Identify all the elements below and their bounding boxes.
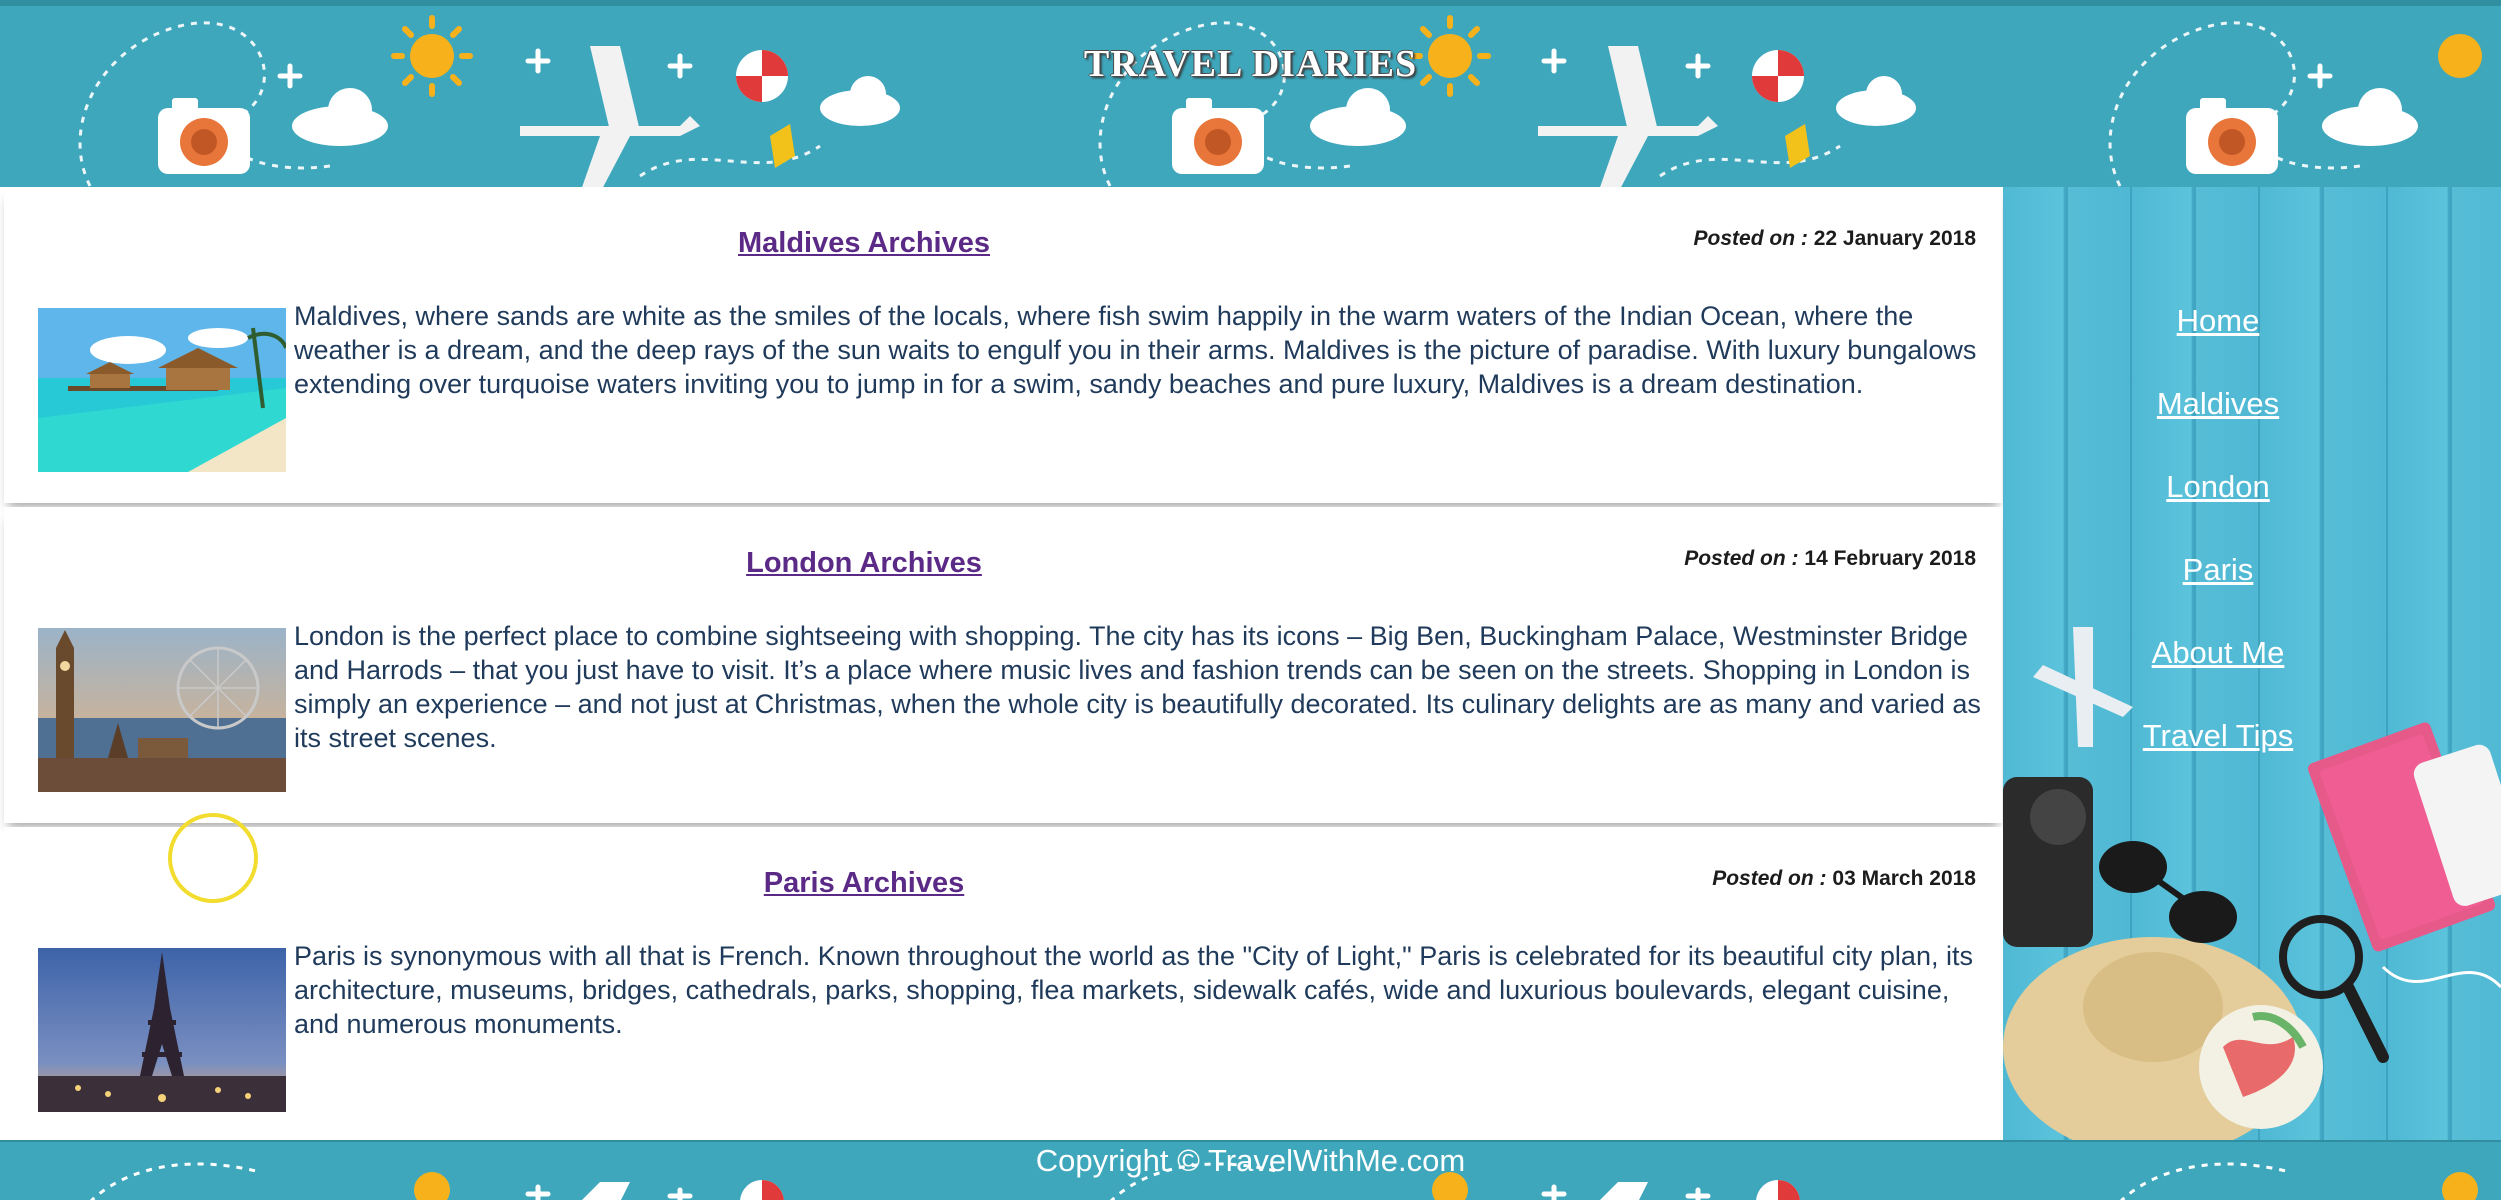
post-date-label: Posted on : bbox=[1693, 227, 1808, 250]
post-date: Posted on : 14 February 2018 bbox=[1684, 547, 1976, 571]
post-body-text: London is the perfect place to combine s… bbox=[294, 621, 1981, 753]
paris-thumbnail bbox=[38, 948, 286, 1112]
post-date-value: 22 January 2018 bbox=[1813, 227, 1976, 250]
nav-link-paris[interactable]: Paris bbox=[2003, 552, 2433, 588]
post-date-value: 03 March 2018 bbox=[1832, 867, 1976, 890]
nav-link-london[interactable]: London bbox=[2003, 469, 2433, 505]
post-date: Posted on : 22 January 2018 bbox=[1694, 227, 1976, 251]
post-title-link-maldives[interactable]: Maldives Archives bbox=[4, 227, 1724, 260]
maldives-thumbnail bbox=[38, 308, 286, 472]
footer-copyright: Copyright © TravelWithMe.com bbox=[1035, 1143, 1466, 1178]
post-card-maldives: Maldives Archives Posted on : 22 January… bbox=[4, 187, 2002, 503]
travel-pattern-background bbox=[78, 15, 2482, 187]
post-date: Posted on : 03 March 2018 bbox=[1712, 867, 1976, 891]
sidebar-nav: Home Maldives London Paris About Me Trav… bbox=[2003, 187, 2501, 1140]
header-banner: TRAVEL DIARIES bbox=[0, 0, 2501, 187]
footer-banner: Copyright © TravelWithMe.com bbox=[0, 1140, 2501, 1200]
nav-link-about-me[interactable]: About Me bbox=[2003, 635, 2433, 671]
posts-area: Maldives Archives Posted on : 22 January… bbox=[0, 187, 2003, 1143]
nav-link-travel-tips[interactable]: Travel Tips bbox=[2003, 718, 2433, 754]
post-date-label: Posted on : bbox=[1684, 547, 1799, 570]
post-card-london: London Archives Posted on : 14 February … bbox=[4, 507, 2002, 823]
post-title-link-paris[interactable]: Paris Archives bbox=[4, 867, 1724, 900]
post-title-link-london[interactable]: London Archives bbox=[4, 547, 1724, 580]
post-body-text: Paris is synonymous with all that is Fre… bbox=[294, 941, 1973, 1039]
nav-link-maldives[interactable]: Maldives bbox=[2003, 386, 2433, 422]
post-card-paris: Paris Archives Posted on : 03 March 2018… bbox=[4, 827, 2002, 1143]
cursor-highlight bbox=[168, 813, 258, 903]
post-date-value: 14 February 2018 bbox=[1804, 547, 1976, 570]
post-body-text: Maldives, where sands are white as the s… bbox=[294, 301, 1977, 399]
nav-link-home[interactable]: Home bbox=[2003, 303, 2433, 339]
london-thumbnail bbox=[38, 628, 286, 792]
site-title: TRAVEL DIARIES bbox=[1083, 43, 1418, 85]
post-date-label: Posted on : bbox=[1712, 867, 1827, 890]
